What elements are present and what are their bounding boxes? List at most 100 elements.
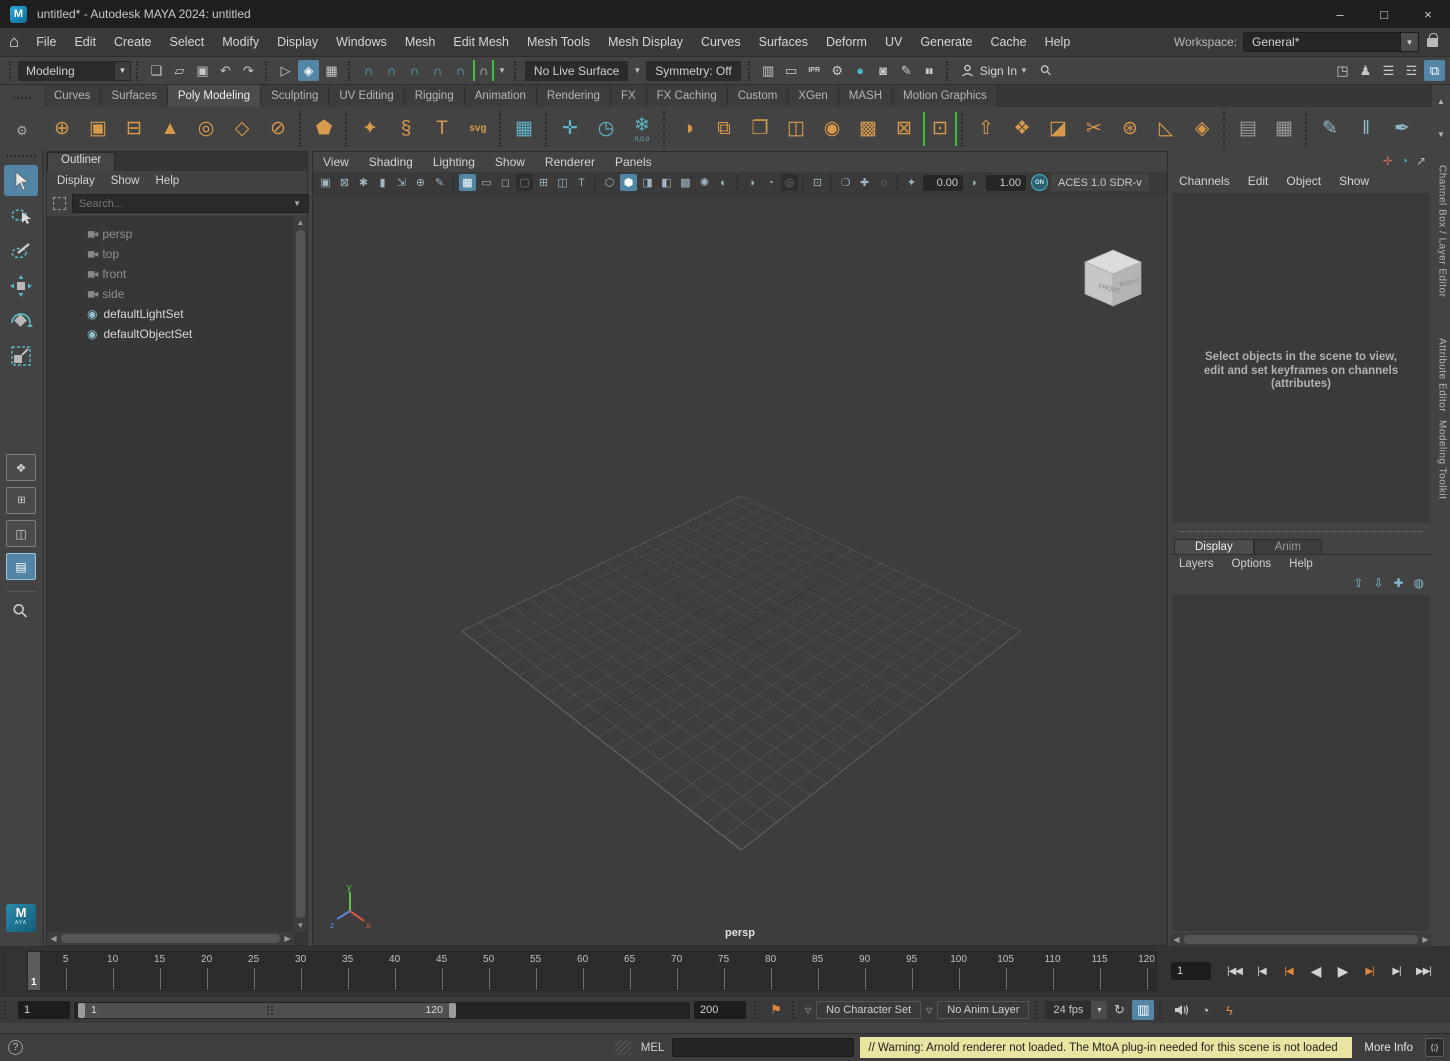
outliner-vertical-scrollbar[interactable]: ▲ ▼	[294, 216, 307, 932]
menu-set-select[interactable]: Modeling	[18, 61, 114, 81]
move-tool[interactable]	[4, 270, 38, 301]
poly-plane-icon[interactable]: ◇	[225, 109, 259, 149]
ipr-render-icon[interactable]: IPR	[804, 60, 825, 81]
layer-empty-icon[interactable]: ✚	[1393, 576, 1403, 590]
menu-item[interactable]: Edit	[65, 28, 105, 57]
channel-box-toggle-icon[interactable]: ⧉	[1424, 60, 1445, 81]
poly-type-icon[interactable]: T	[425, 109, 459, 149]
home-icon[interactable]: ⌂	[9, 32, 19, 52]
viewport-menu-item[interactable]: Lighting	[423, 155, 485, 169]
ao-icon[interactable]: ◑	[743, 174, 760, 191]
scale-tool[interactable]	[4, 340, 38, 371]
open-scene-icon[interactable]: ▱	[169, 60, 190, 81]
play-backwards-button[interactable]: ◀	[1302, 959, 1329, 983]
shelf-tab[interactable]: Poly Modeling	[168, 85, 261, 107]
color-management-toggle[interactable]: ON	[1031, 174, 1048, 191]
shelf-tab[interactable]: Animation	[465, 85, 537, 107]
range-end-handle[interactable]	[449, 1003, 456, 1018]
tool-settings-toggle-icon[interactable]: ☲	[1401, 60, 1422, 81]
poly-cone-icon[interactable]: ▲	[153, 109, 187, 149]
outliner-item[interactable]: top	[47, 244, 307, 264]
shelf-tab[interactable]: Custom	[728, 85, 789, 107]
mirror-icon[interactable]: ◫	[779, 109, 813, 149]
lock-icon[interactable]	[1427, 38, 1438, 47]
select-object-icon[interactable]: ◈	[298, 60, 319, 81]
bevel-icon[interactable]: ◪	[1041, 109, 1075, 149]
checker-material-icon[interactable]: ▩	[677, 174, 694, 191]
menu-item[interactable]: Generate	[911, 28, 981, 57]
snap-view-plane-icon[interactable]: ∩	[450, 60, 471, 81]
paint-select-tool[interactable]	[4, 235, 38, 266]
new-scene-icon[interactable]: ❏	[146, 60, 167, 81]
viewport-menu-item[interactable]: View	[313, 155, 359, 169]
menu-item[interactable]: Cache	[981, 28, 1035, 57]
outliner-menu-item[interactable]: Display	[49, 175, 103, 187]
outliner-filter-icon[interactable]	[53, 197, 66, 210]
xray-icon[interactable]: ❍	[837, 174, 854, 191]
render-settings-icon[interactable]: ⚙	[827, 60, 848, 81]
current-frame-field[interactable]	[1171, 962, 1211, 980]
maximize-button[interactable]: □	[1362, 0, 1406, 28]
poly-torus-icon[interactable]: ◎	[189, 109, 223, 149]
command-language-toggle[interactable]: MEL	[641, 1042, 665, 1054]
menu-item[interactable]: Mesh Display	[599, 28, 692, 57]
gamma-icon[interactable]: ◗	[966, 174, 983, 191]
outliner-item[interactable]: defaultObjectSet	[47, 324, 307, 344]
shelf-grip[interactable]	[13, 97, 31, 99]
safe-action-icon[interactable]: ◫	[554, 174, 571, 191]
play-forwards-button[interactable]: ▶	[1329, 959, 1356, 983]
poly-sphere-icon[interactable]: ⊕	[45, 109, 79, 149]
viewport-menu-item[interactable]: Panels	[605, 155, 662, 169]
layer-editor-tab[interactable]: Display	[1174, 539, 1254, 554]
uv-editor-icon[interactable]: ▦	[507, 109, 541, 149]
range-slider-track[interactable]: 1 120	[74, 1002, 690, 1019]
triangulate-icon[interactable]: ◺	[1149, 109, 1183, 149]
svg-icon[interactable]: svg	[461, 109, 495, 149]
layer-from-selected-icon[interactable]: ◍	[1414, 576, 1424, 590]
character-set-select[interactable]: No Character Set	[816, 1001, 921, 1019]
shelf-tab[interactable]: Curves	[44, 85, 101, 107]
live-surface-field[interactable]: No Live Surface	[525, 61, 628, 81]
layer-move-up-icon[interactable]: ⇧	[1353, 576, 1363, 590]
resolution-gate-icon[interactable]: ◻	[497, 174, 514, 191]
uv-snapshot-icon[interactable]: ▤	[1231, 109, 1265, 149]
anim-layer-caret[interactable]: ▽	[926, 1006, 932, 1015]
textured-icon[interactable]: ◨	[639, 174, 656, 191]
slider-tool-icon[interactable]: ‖	[1349, 109, 1383, 149]
scroll-right-arrow[interactable]: ▶	[281, 934, 294, 943]
menu-item[interactable]: Display	[268, 28, 327, 57]
viewport-menu-item[interactable]: Renderer	[535, 155, 605, 169]
menu-item[interactable]: Edit Mesh	[444, 28, 518, 57]
fps-select[interactable]: 24 fps	[1045, 1001, 1091, 1019]
scroll-left-arrow[interactable]: ◀	[47, 934, 60, 943]
outliner-item[interactable]: front	[47, 264, 307, 284]
workspace-dropdown-arrow[interactable]: ▼	[1401, 32, 1419, 52]
menu-set-dropdown-arrow[interactable]: ▼	[114, 61, 131, 81]
pause-icon[interactable]: ▮▮	[919, 60, 940, 81]
shelf-tab[interactable]: FX	[611, 85, 647, 107]
extrude-icon[interactable]: ⇧	[969, 109, 1003, 149]
xray-joints-icon[interactable]: ✚	[856, 174, 873, 191]
circularize-icon[interactable]: ⊛	[1113, 109, 1147, 149]
super-shape-icon[interactable]: ✦	[353, 109, 387, 149]
animation-end-field[interactable]	[694, 1001, 746, 1019]
go-to-end-button[interactable]: ▶▶|	[1410, 959, 1437, 983]
viewport-canvas[interactable]: FRONT RIGHT y x z persp	[313, 194, 1167, 945]
gate-mask-icon[interactable]: ▢	[516, 174, 533, 191]
range-slider-bar[interactable]: 1 120	[78, 1003, 456, 1018]
timeline-grip[interactable]	[3, 951, 11, 991]
channel-box-menu-item[interactable]: Object	[1277, 174, 1330, 188]
snap-options-caret[interactable]: ▼	[498, 66, 506, 75]
motion-blur-icon[interactable]: ◔	[762, 174, 779, 191]
view-cube[interactable]: FRONT RIGHT	[1075, 240, 1151, 319]
character-set-caret[interactable]: ▽	[805, 1006, 811, 1015]
select-tool[interactable]	[4, 165, 38, 196]
menu-item[interactable]: UV	[876, 28, 911, 57]
xray-active-icon[interactable]: ◌	[875, 174, 892, 191]
grease-pencil-icon[interactable]: ✎	[431, 174, 448, 191]
search-commands-icon[interactable]: ⚲	[1036, 61, 1055, 80]
scroll-up-arrow[interactable]: ▲	[297, 216, 305, 229]
live-surface-caret[interactable]: ▼	[633, 66, 641, 75]
pan-zoom-icon[interactable]: ⊕	[412, 174, 429, 191]
render-view-icon[interactable]: ▥	[758, 60, 779, 81]
